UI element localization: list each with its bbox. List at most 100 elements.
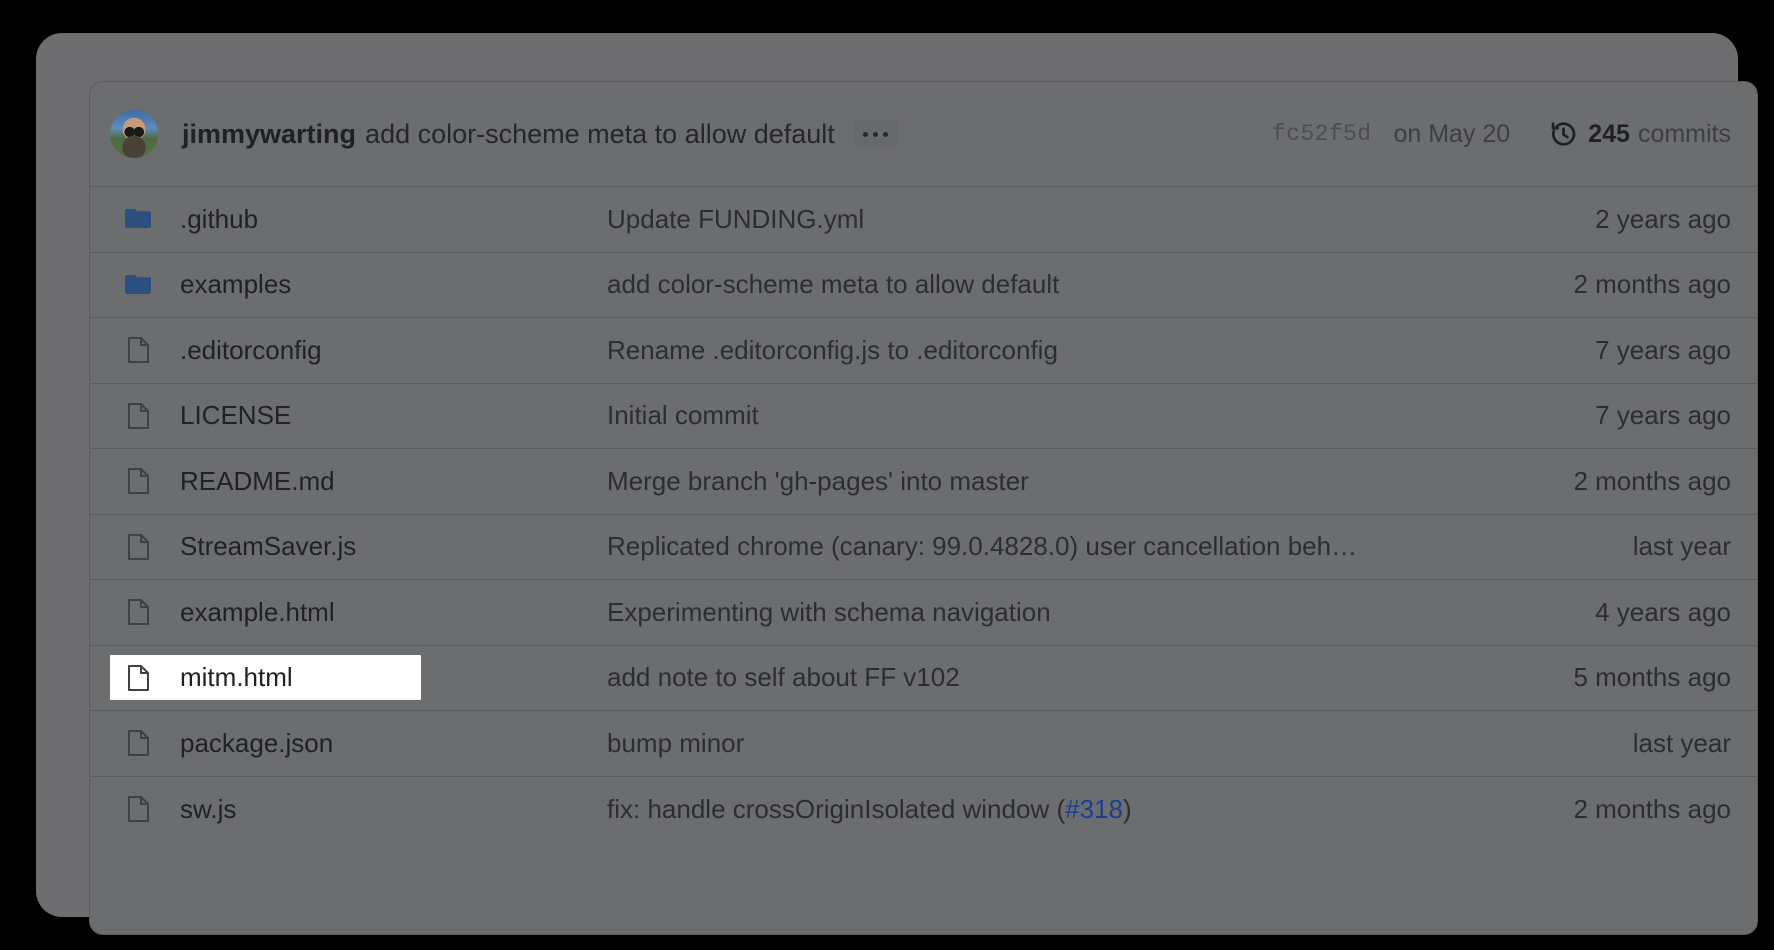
file-name-cell: .github — [110, 197, 607, 242]
commit-message-text: bump minor — [607, 727, 745, 758]
file-name: example.html — [180, 596, 335, 627]
file-name: mitm.html — [180, 662, 293, 693]
commit-message-text: add note to self about FF v102 — [607, 662, 960, 693]
file-name: .github — [180, 203, 259, 234]
commit-message-text: Replicated chrome (canary: 99.0.4828.0) … — [607, 531, 1358, 562]
file-icon — [125, 402, 151, 429]
file-icon — [125, 664, 151, 691]
commit-message-text: Merge branch 'gh-pages' into master — [607, 465, 1029, 496]
file-link[interactable]: package.json — [110, 721, 343, 766]
commits-history-link[interactable]: 245 commits — [1550, 120, 1731, 149]
commits-count: 245 — [1588, 119, 1630, 148]
commit-time: last year — [1632, 531, 1731, 562]
table-row[interactable]: sw.js fix: handle crossOriginIsolated win… — [90, 777, 1757, 843]
file-name: sw.js — [180, 793, 237, 824]
commit-time: last year — [1632, 727, 1731, 758]
commit-message-cell[interactable]: add note to self about FF v102 — [607, 662, 1463, 693]
commit-message-cell[interactable]: Replicated chrome (canary: 99.0.4828.0) … — [607, 531, 1463, 562]
commit-time: 7 years ago — [1595, 400, 1731, 431]
file-link[interactable]: README.md — [110, 459, 345, 504]
file-name-cell: mitm.html — [110, 655, 607, 701]
commit-message-text: Update FUNDING.yml — [607, 203, 865, 234]
commit-message-text: Rename .editorconfig.js to .editorconfig — [607, 334, 1058, 365]
dimmed-overlay-plate: jimmywarting add color-scheme meta to al… — [36, 33, 1758, 935]
commit-message-cell[interactable]: add color-scheme meta to allow default — [607, 269, 1463, 300]
file-icon — [125, 468, 151, 495]
expand-commit-message-button[interactable] — [852, 119, 899, 149]
table-row[interactable]: examples add color-scheme meta to allow d… — [90, 253, 1757, 318]
file-icon — [125, 730, 151, 757]
file-name: examples — [180, 269, 292, 300]
commit-message-cell[interactable]: Initial commit — [607, 400, 1463, 431]
table-row[interactable]: .editorconfig Rename .editorconfig.js to … — [90, 318, 1757, 384]
dot-1-icon — [863, 131, 869, 137]
table-row[interactable]: LICENSE Initial commit 7 years ago — [90, 384, 1757, 449]
file-link[interactable]: .editorconfig — [110, 328, 332, 373]
table-row[interactable]: README.md Merge branch 'gh-pages' into ma… — [90, 449, 1757, 515]
commit-date: on May 20 — [1393, 119, 1511, 148]
file-icon — [125, 599, 151, 626]
file-link[interactable]: LICENSE — [110, 393, 301, 438]
file-icon — [125, 337, 151, 364]
commit-message-cell[interactable]: Rename .editorconfig.js to .editorconfig — [607, 335, 1463, 366]
file-name-cell: LICENSE — [110, 393, 607, 438]
focused-file-link[interactable]: mitm.html — [110, 655, 421, 701]
file-link[interactable]: sw.js — [110, 787, 246, 832]
file-name: StreamSaver.js — [180, 531, 357, 562]
table-row[interactable]: package.json bump minor last year — [90, 711, 1757, 777]
commit-message-cell[interactable]: Experimenting with schema navigation — [607, 597, 1463, 628]
commit-message-text: Experimenting with schema navigation — [607, 596, 1051, 627]
latest-commit-bar: jimmywarting add color-scheme meta to al… — [90, 82, 1757, 187]
commit-message-text: add color-scheme meta to allow default — [607, 269, 1060, 300]
file-name-cell: examples — [110, 262, 607, 307]
file-icon — [125, 796, 151, 823]
commit-message-text: fix: handle crossOriginIsolated window ( — [607, 793, 1066, 824]
latest-commit-message[interactable]: add color-scheme meta to allow default — [365, 119, 835, 150]
folder-icon — [125, 206, 151, 232]
file-icon — [125, 533, 151, 560]
table-row[interactable]: StreamSaver.js Replicated chrome (canary:… — [90, 515, 1757, 580]
commit-message-cell[interactable]: bump minor — [607, 728, 1463, 759]
history-clock-icon — [1550, 121, 1577, 148]
file-name-cell: package.json — [110, 721, 607, 766]
commit-time: 2 months ago — [1573, 793, 1731, 824]
file-name: package.json — [180, 727, 334, 758]
commit-time: 4 years ago — [1595, 596, 1731, 627]
commit-sha-link[interactable]: fc52f5d — [1272, 121, 1371, 147]
commit-meta-group: fc52f5d on May 20 245 commits — [1272, 120, 1731, 149]
dot-3-icon — [883, 131, 889, 137]
commit-message-cell[interactable]: Update FUNDING.yml — [607, 204, 1463, 235]
file-name-cell: README.md — [110, 459, 607, 504]
commit-time: 2 years ago — [1595, 203, 1731, 234]
issue-link[interactable]: #318 — [1065, 794, 1123, 824]
commit-message-cell[interactable]: Merge branch 'gh-pages' into master — [607, 466, 1463, 497]
file-list: .github Update FUNDING.yml 2 years ago exam… — [90, 187, 1757, 842]
commit-time: 7 years ago — [1595, 334, 1731, 365]
commit-time: 5 months ago — [1573, 662, 1731, 693]
commits-label: commits — [1637, 119, 1731, 148]
repository-file-table: jimmywarting add color-scheme meta to al… — [89, 81, 1758, 935]
commit-message-text: Initial commit — [607, 400, 759, 431]
table-row[interactable]: example.html Experimenting with schema na… — [90, 580, 1757, 646]
file-name: LICENSE — [180, 400, 292, 431]
file-link[interactable]: examples — [110, 262, 301, 307]
commit-time: 2 months ago — [1573, 465, 1731, 496]
file-name-cell: StreamSaver.js — [110, 524, 607, 569]
commit-author-link[interactable]: jimmywarting — [182, 119, 356, 150]
folder-icon — [125, 272, 151, 298]
commit-time: 2 months ago — [1573, 269, 1731, 300]
file-name: .editorconfig — [180, 334, 322, 365]
avatar[interactable] — [110, 110, 158, 158]
file-name-cell: .editorconfig — [110, 328, 607, 373]
file-name: README.md — [180, 465, 335, 496]
table-row[interactable]: mitm.html add note to self about FF v102 5… — [90, 646, 1757, 711]
file-link[interactable]: .github — [110, 197, 268, 242]
commit-message-cell[interactable]: fix: handle crossOriginIsolated window (… — [607, 794, 1463, 825]
file-link[interactable]: example.html — [110, 590, 345, 635]
table-row[interactable]: .github Update FUNDING.yml 2 years ago — [90, 187, 1757, 253]
dot-2-icon — [873, 131, 879, 137]
file-name-cell: example.html — [110, 590, 607, 635]
file-link[interactable]: StreamSaver.js — [110, 524, 366, 569]
file-name-cell: sw.js — [110, 787, 607, 832]
commit-message-tail: ) — [1122, 793, 1132, 824]
